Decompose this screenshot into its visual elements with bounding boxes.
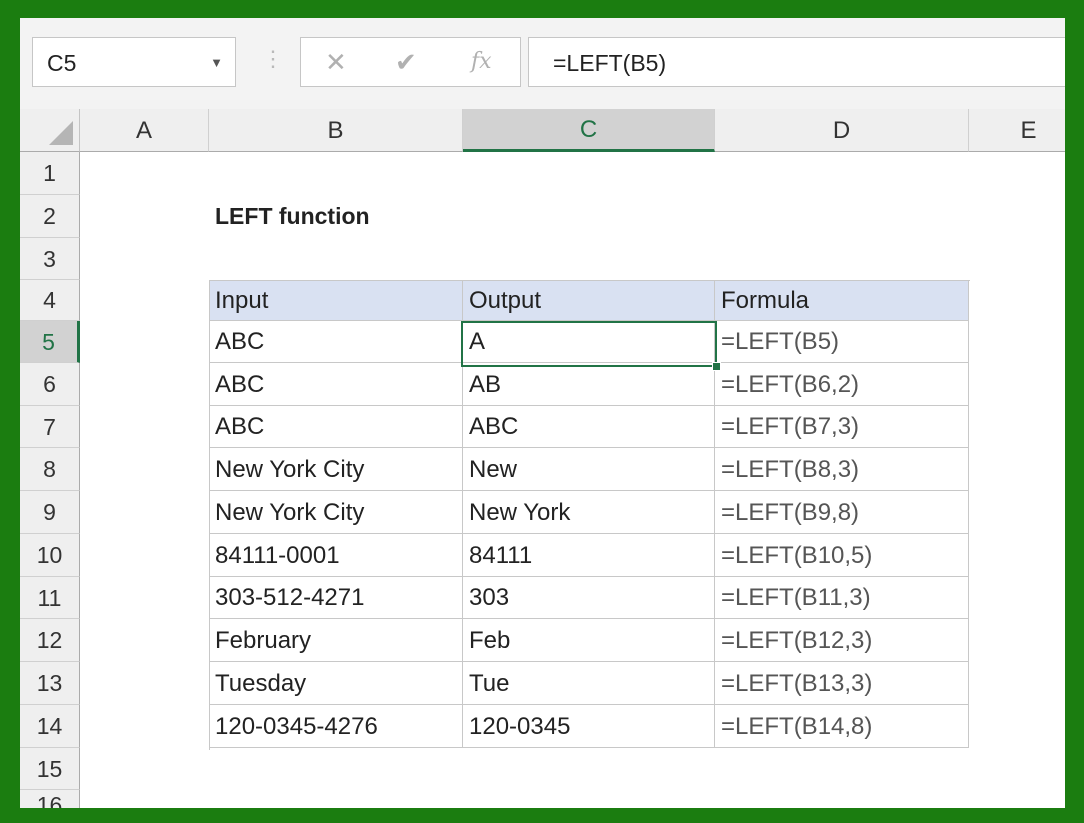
formula-cell[interactable]: =LEFT(B5) (715, 321, 969, 363)
input-cell[interactable]: ABC (209, 363, 463, 406)
cancel-icon[interactable]: ✕ (325, 47, 347, 78)
formula-buttons: ✕ ✔ fx (300, 37, 521, 87)
formula-cell[interactable]: =LEFT(B10,5) (715, 534, 969, 577)
row-header-14[interactable]: 14 (20, 705, 80, 748)
column-header-b[interactable]: B (209, 109, 463, 152)
table-border-left (209, 280, 210, 750)
input-cell[interactable]: February (209, 619, 463, 662)
row-header-12[interactable]: 12 (20, 619, 80, 662)
insert-function-icon[interactable]: fx (471, 49, 492, 74)
sheet-title[interactable]: LEFT function (209, 195, 370, 238)
row-header-8[interactable]: 8 (20, 448, 80, 491)
drag-handle-icon[interactable]: ⋮ (262, 46, 284, 72)
formula-cell[interactable]: =LEFT(B6,2) (715, 363, 969, 406)
row-header-6[interactable]: 6 (20, 363, 80, 406)
row-header-7[interactable]: 7 (20, 406, 80, 448)
output-cell[interactable]: 120-0345 (463, 705, 715, 748)
row-header-11[interactable]: 11 (20, 577, 80, 619)
table-header-input[interactable]: Input (209, 280, 463, 321)
table-border-top (209, 280, 970, 281)
name-box[interactable]: C5 ▼ (32, 37, 236, 87)
fill-handle[interactable] (712, 362, 721, 371)
column-header-c[interactable]: C (463, 109, 715, 152)
input-cell[interactable]: ABC (209, 406, 463, 448)
formula-cell[interactable]: =LEFT(B7,3) (715, 406, 969, 448)
output-cell[interactable]: New York (463, 491, 715, 534)
row-header-2[interactable]: 2 (20, 195, 80, 238)
output-cell[interactable]: Tue (463, 662, 715, 705)
active-cell-outline (461, 321, 717, 367)
formula-cell[interactable]: =LEFT(B8,3) (715, 448, 969, 491)
row-header-9[interactable]: 9 (20, 491, 80, 534)
input-cell[interactable]: 120-0345-4276 (209, 705, 463, 748)
output-cell[interactable]: New (463, 448, 715, 491)
formula-cell[interactable]: =LEFT(B11,3) (715, 577, 969, 619)
input-cell[interactable]: Tuesday (209, 662, 463, 705)
input-cell[interactable]: 84111-0001 (209, 534, 463, 577)
formula-cell[interactable]: =LEFT(B9,8) (715, 491, 969, 534)
input-cell[interactable]: New York City (209, 448, 463, 491)
column-header-d[interactable]: D (715, 109, 969, 152)
select-all-triangle-icon (49, 121, 73, 145)
input-cell[interactable]: ABC (209, 321, 463, 363)
output-cell[interactable]: 303 (463, 577, 715, 619)
select-all-button[interactable] (20, 109, 80, 152)
input-cell[interactable]: New York City (209, 491, 463, 534)
output-cell[interactable]: AB (463, 363, 715, 406)
table-header-formula[interactable]: Formula (715, 280, 969, 321)
output-cell[interactable]: ABC (463, 406, 715, 448)
row-header-15[interactable]: 15 (20, 748, 80, 790)
table-header-output[interactable]: Output (463, 280, 715, 321)
formula-input[interactable]: =LEFT(B5) (528, 37, 1065, 87)
column-header-a[interactable]: A (80, 109, 209, 152)
row-header-3[interactable]: 3 (20, 238, 80, 280)
excel-window: C5 ▼ ⋮ ✕ ✔ fx =LEFT(B5) A B C D E 1 2 3 4 5 6 7 8 9 10… (20, 18, 1065, 808)
formula-cell[interactable]: =LEFT(B14,8) (715, 705, 969, 748)
row-header-4[interactable]: 4 (20, 280, 80, 321)
formula-text: =LEFT(B5) (553, 50, 667, 76)
formula-cell[interactable]: =LEFT(B12,3) (715, 619, 969, 662)
row-header-1[interactable]: 1 (20, 152, 80, 195)
formula-bar: C5 ▼ ⋮ ✕ ✔ fx =LEFT(B5) (20, 18, 1065, 109)
formula-cell[interactable]: =LEFT(B13,3) (715, 662, 969, 705)
row-header-10[interactable]: 10 (20, 534, 80, 577)
output-cell[interactable]: 84111 (463, 534, 715, 577)
enter-icon[interactable]: ✔ (395, 47, 417, 78)
name-box-value: C5 (47, 50, 77, 76)
output-cell[interactable]: Feb (463, 619, 715, 662)
input-cell[interactable]: 303-512-4271 (209, 577, 463, 619)
row-header-13[interactable]: 13 (20, 662, 80, 705)
column-header-e[interactable]: E (969, 109, 1065, 152)
row-header-16[interactable]: 16 (20, 790, 80, 808)
row-header-5[interactable]: 5 (20, 321, 80, 363)
chevron-down-icon[interactable]: ▼ (210, 55, 223, 70)
